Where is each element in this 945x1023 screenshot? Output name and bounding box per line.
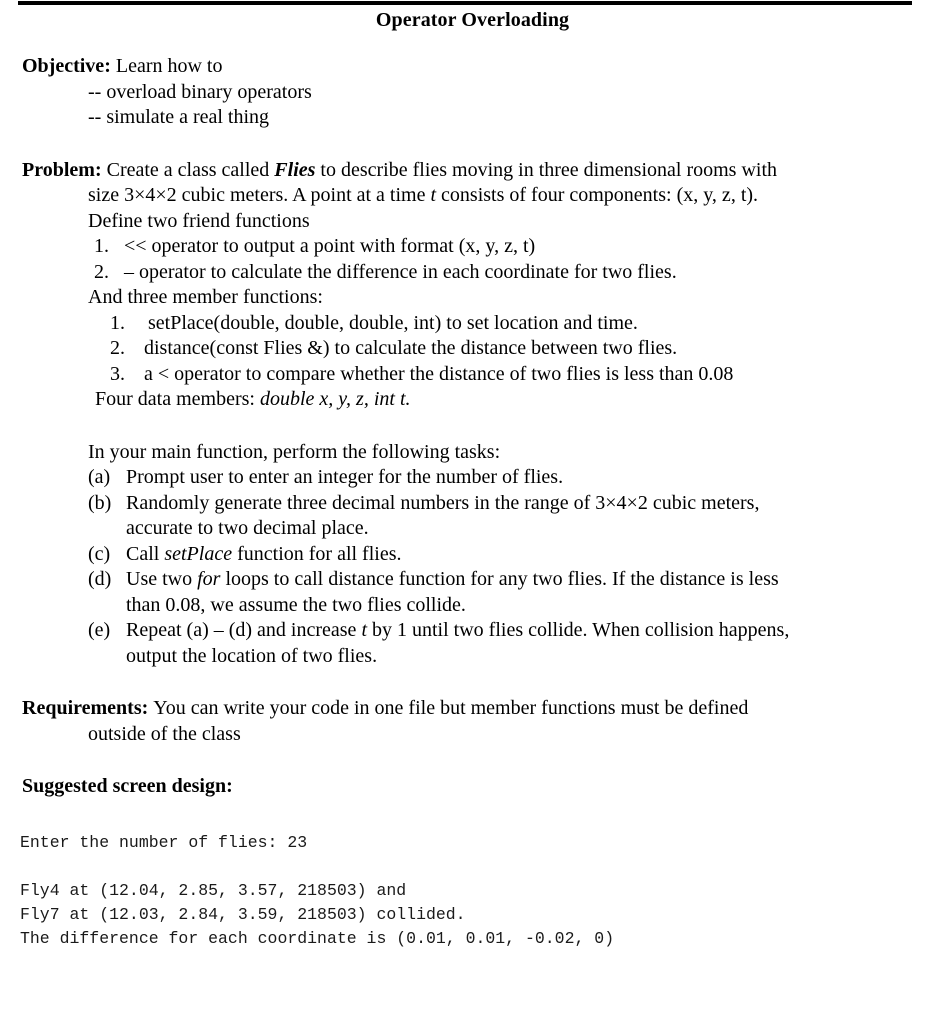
list-item-text: Prompt user to enter an integer for the …	[126, 465, 945, 491]
list-marker: (d)	[88, 568, 112, 590]
text-run: Repeat (a) – (d) and increase	[126, 619, 362, 641]
main-function-task-list: (a) Prompt user to enter an integer for t…	[0, 465, 945, 669]
list-marker: 2.	[94, 260, 109, 283]
list-marker: 3.	[110, 362, 125, 385]
objective-item-0: -- overload binary operators	[88, 80, 312, 103]
list-marker: 1.	[94, 235, 109, 257]
main-function-task-line: accurate to two decimal place.	[88, 516, 945, 542]
problem-line2: size 3×4×2 cubic meters. A point at a ti…	[88, 183, 945, 209]
problem-section: Problem: Create a class called Flies to …	[0, 158, 945, 413]
text-run: Use two	[126, 568, 198, 590]
list-item-text: – operator to calculate the difference i…	[124, 260, 677, 283]
console-line: Fly7 at (12.03, 2.84, 3.59, 218503) coll…	[20, 904, 466, 924]
list-marker: (a)	[88, 466, 111, 488]
list-marker: 2.	[110, 337, 125, 359]
problem-line1-b: to describe flies moving in three dimens…	[315, 158, 778, 181]
main-function-task-line: (d) Use two for loops to call distance fu…	[88, 567, 945, 593]
data-members-label: Four data members:	[95, 388, 260, 410]
emphasized-term: setPlace	[164, 542, 233, 565]
requirements-text: You can write your code in one file but …	[153, 697, 749, 719]
problem-line2-a: size 3×4×2 cubic meters. A point at a ti…	[88, 184, 431, 206]
text-run: loops to call distance function for any …	[220, 568, 779, 590]
data-members-declaration: double x, y, z, int t.	[259, 388, 411, 410]
text-run: by 1 until two flies collide. When colli…	[367, 619, 790, 641]
list-item-text: Use two for loops to call distance funct…	[126, 567, 945, 593]
objective-item-1: -- simulate a real thing	[88, 106, 270, 128]
text-run: Call	[126, 542, 165, 565]
member-function-item: 1. setPlace(double, double, double, int)…	[110, 311, 945, 337]
text-run: accurate to two decimal place.	[126, 517, 369, 539]
requirements-label: Requirements:	[22, 697, 149, 719]
problem-intro: Problem: Create a class called Flies to …	[22, 158, 945, 184]
console-output: Enter the number of flies: 23 Fly4 at (12…	[0, 831, 945, 951]
objective-heading-line: Objective: Learn how to	[22, 54, 945, 80]
main-function-task-line: output the location of two flies.	[88, 644, 945, 670]
list-marker: (b)	[88, 491, 112, 514]
objective-label: Objective:	[22, 55, 111, 77]
console-line: The difference for each coordinate is (0…	[20, 928, 615, 948]
console-line: Fly4 at (12.04, 2.85, 3.57, 218503) and	[20, 880, 407, 900]
member-function-item: 2. distance(const Flies &) to calculate …	[110, 336, 945, 362]
requirements-section: Requirements: You can write your code in…	[0, 696, 945, 747]
main-function-task-line: (c) Call setPlace function for all flies.	[88, 542, 945, 568]
main-function-task-line: than 0.08, we assume the two flies colli…	[88, 593, 945, 619]
problem-label: Problem:	[22, 158, 102, 181]
text-run: function for all flies.	[232, 542, 402, 565]
page-title: Operator Overloading	[375, 9, 570, 31]
text-run: than 0.08, we assume the two flies colli…	[126, 593, 466, 616]
list-marker: (c)	[88, 542, 111, 565]
friend-function-item: 2. – operator to calculate the differenc…	[94, 260, 945, 286]
emphasized-term: for	[197, 568, 221, 590]
objective-section: Objective: Learn how to -- overload bina…	[0, 54, 945, 131]
text-run: Prompt user to enter an integer for the …	[126, 466, 564, 488]
problem-line2-b: consists of four components: (x, y, z, t…	[436, 184, 759, 206]
suggested-screen-design-heading: Suggested screen design:	[22, 775, 233, 797]
problem-line1-a: Create a class called	[106, 158, 275, 181]
document-page: Operator Overloading Objective: Learn ho…	[0, 0, 945, 1023]
list-item-text: << operator to output a point with forma…	[124, 235, 536, 257]
list-item-text: output the location of two flies.	[126, 644, 945, 670]
list-item-text: than 0.08, we assume the two flies colli…	[126, 593, 945, 619]
console-line: Enter the number of flies: 23	[20, 832, 308, 852]
member-function-item: 3. a < operator to compare whether the d…	[110, 362, 945, 388]
main-function-section: In your main function, perform the follo…	[0, 440, 945, 670]
suggested-screen-design-section: Suggested screen design:	[0, 774, 945, 800]
problem-class-name: Flies	[274, 158, 316, 181]
list-marker: 1.	[110, 311, 125, 334]
main-function-task-line: (b) Randomly generate three decimal numbe…	[88, 491, 945, 517]
main-function-task-line: (a) Prompt user to enter an integer for t…	[88, 465, 945, 491]
list-item-text: Call setPlace function for all flies.	[126, 542, 945, 568]
problem-line3: Define two friend functions	[88, 209, 310, 232]
list-item-text: distance(const Flies &) to calculate the…	[144, 337, 678, 359]
requirements-line2: outside of the class	[88, 722, 241, 745]
member-functions-heading: And three member functions:	[88, 286, 323, 308]
main-function-task-line: (e) Repeat (a) – (d) and increase t by 1 …	[88, 618, 945, 644]
document-content: Operator Overloading Objective: Learn ho…	[0, 0, 945, 951]
list-item-text: a < operator to compare whether the dist…	[144, 362, 734, 385]
text-run: output the location of two flies.	[126, 644, 378, 667]
objective-intro: Learn how to	[115, 55, 223, 77]
requirements-line1: Requirements: You can write your code in…	[22, 696, 945, 722]
text-run: Randomly generate three decimal numbers …	[126, 491, 760, 514]
list-item-text: setPlace(double, double, double, int) to…	[148, 311, 638, 334]
friend-function-item: 1. << operator to output a point with fo…	[94, 234, 945, 260]
list-marker: (e)	[88, 619, 111, 641]
main-function-intro: In your main function, perform the follo…	[88, 440, 501, 463]
list-item-text: Randomly generate three decimal numbers …	[126, 491, 945, 517]
list-item-text: Repeat (a) – (d) and increase t by 1 unt…	[126, 618, 945, 644]
list-item-text: accurate to two decimal place.	[126, 516, 945, 542]
data-members-line: Four data members: double x, y, z, int t…	[95, 387, 945, 413]
